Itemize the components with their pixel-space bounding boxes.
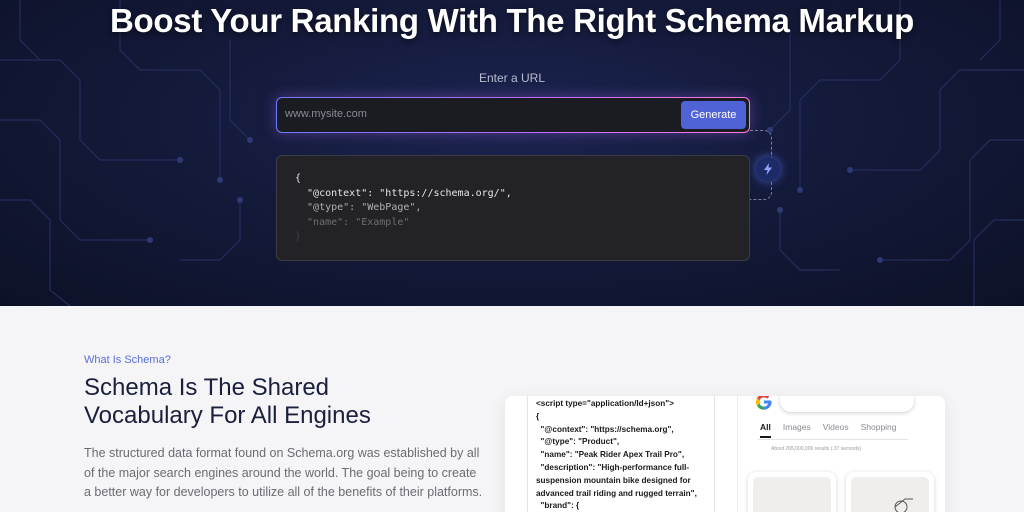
url-form: Generate: [276, 97, 750, 133]
hero-section: Boost Your Ranking With The Right Schema…: [0, 0, 1024, 306]
result-count: About 265,000,000 results (.37 seconds): [771, 446, 862, 452]
url-field-container: Generate: [277, 98, 749, 132]
schema-code-preview: { "@context": "https://schema.org/", "@t…: [276, 155, 750, 261]
product-thumbnail: [748, 472, 836, 512]
code-line: }: [295, 231, 302, 242]
section-title: Schema Is The Shared Vocabulary For All …: [84, 374, 371, 429]
code-line: "brand": {: [536, 501, 580, 511]
bike-icon: [894, 498, 913, 512]
code-line: "@type": "Product",: [536, 437, 620, 447]
tab-videos: Videos: [822, 422, 849, 432]
code-line: "name": "Peak Rider Apex Trail Pro",: [536, 450, 685, 460]
tabs-divider: [758, 439, 908, 440]
bike-image: [851, 477, 929, 512]
code-line: {: [295, 173, 302, 184]
json-ld-code-panel: <script type="application/ld+json"> { "@…: [527, 396, 715, 512]
code-line: "name": "Example": [295, 216, 410, 228]
code-line: <script type="application/ld+json">: [536, 399, 674, 408]
code-line: "@context": "https://schema.org/",: [295, 187, 512, 199]
section-body: The structured data format found on Sche…: [84, 446, 483, 499]
code-line: suspension mountain bike designed for: [536, 475, 691, 485]
tab-images: Images: [782, 422, 811, 432]
search-results-mockup: All Images Videos Shopping About 265,000…: [737, 396, 945, 512]
code-line: "@context": "https://schema.org",: [536, 424, 674, 434]
url-input[interactable]: [285, 104, 675, 124]
product-image: [753, 477, 831, 512]
tab-all: All: [760, 422, 771, 438]
hero-title: Boost Your Ranking With The Right Schema…: [110, 2, 914, 39]
tab-shopping: Shopping: [860, 422, 897, 432]
url-label: Enter a URL: [478, 71, 546, 85]
code-line: {: [536, 411, 540, 421]
code-line: "description": "High-performance full-: [536, 462, 690, 472]
schema-section: What Is Schema? Schema Is The Shared Voc…: [0, 306, 1024, 512]
lightning-icon: [756, 157, 780, 181]
google-logo-icon: [754, 396, 774, 417]
section-eyebrow: What Is Schema?: [84, 354, 171, 366]
search-bar: [780, 396, 914, 412]
product-thumbnail: [846, 472, 934, 512]
code-line: advanced trail riding and rugged terrain…: [536, 488, 697, 498]
schema-preview-image: <script type="application/ld+json"> { "@…: [505, 396, 945, 512]
search-tabs: All Images Videos Shopping: [760, 422, 897, 438]
code-line: "@type": "WebPage",: [295, 202, 422, 213]
generate-button[interactable]: Generate: [681, 101, 746, 129]
